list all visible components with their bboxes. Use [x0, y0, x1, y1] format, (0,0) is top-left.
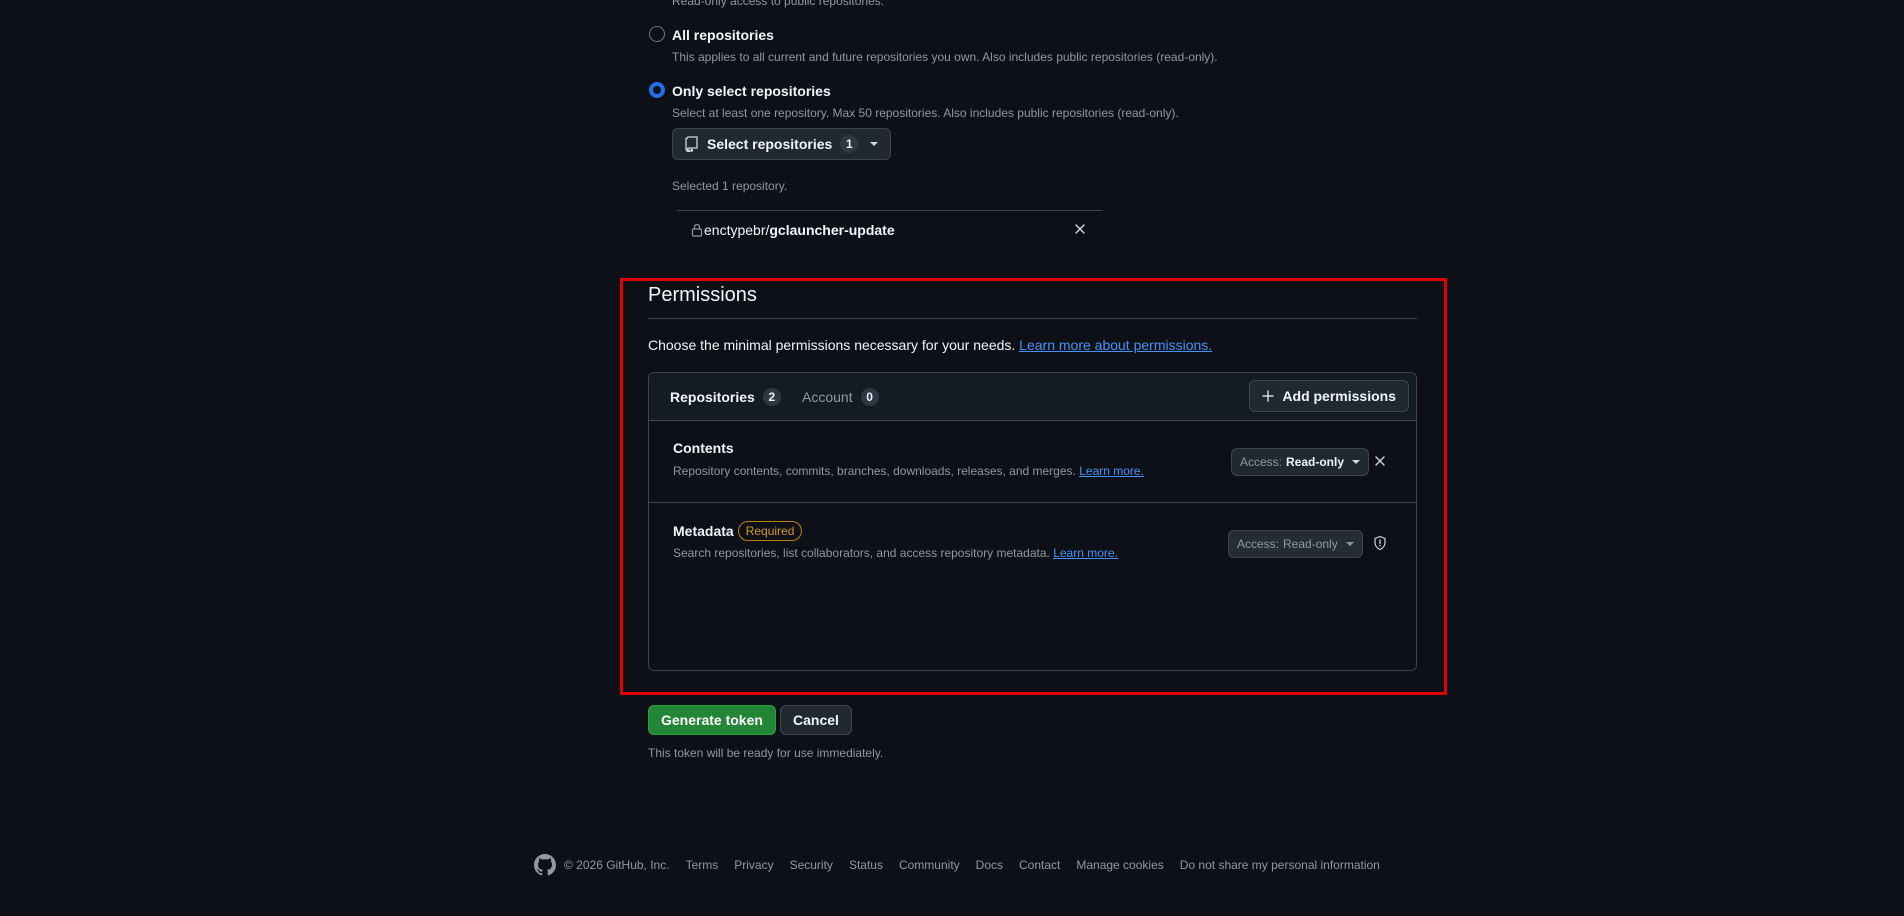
- permission-name-metadata-wrap: Metadata Required: [673, 521, 803, 541]
- select-repositories-count: 1: [840, 135, 859, 153]
- permissions-title: Permissions: [648, 284, 757, 306]
- plus-icon: [1262, 390, 1275, 402]
- selected-repo-row: enctypebr/ gclauncher-update: [677, 211, 1103, 249]
- repo-icon: [685, 136, 699, 152]
- permission-row-metadata: Metadata Required Search repositories, l…: [649, 503, 1416, 585]
- permission-desc-contents: Repository contents, commits, branches, …: [673, 464, 1144, 478]
- only-select-repositories-desc: Select at least one repository. Max 50 r…: [672, 106, 1179, 120]
- add-permissions-label: Add permissions: [1282, 388, 1396, 404]
- footer-copyright: © 2026 GitHub, Inc.: [564, 858, 670, 872]
- token-ready-note: This token will be ready for use immedia…: [648, 746, 884, 760]
- footer-link-status[interactable]: Status: [849, 858, 883, 872]
- access-dropdown-contents[interactable]: Access: Read-only: [1231, 448, 1370, 476]
- remove-repo-close-icon[interactable]: [1073, 222, 1087, 236]
- all-repositories-label[interactable]: All repositories: [672, 27, 774, 43]
- selected-count-text: Selected 1 repository.: [672, 179, 788, 193]
- tab-account[interactable]: Account 0: [802, 373, 879, 421]
- only-select-repositories-radio[interactable]: [649, 82, 665, 98]
- tab-account-count: 0: [860, 388, 879, 406]
- permission-name-metadata: Metadata: [673, 523, 734, 539]
- generate-token-button[interactable]: Generate token: [648, 705, 776, 735]
- tab-repositories[interactable]: Repositories 2: [670, 373, 781, 421]
- footer: © 2026 GitHub, Inc. Terms Privacy Securi…: [534, 854, 1396, 876]
- selected-repo-name: gclauncher-update: [769, 222, 895, 238]
- learn-more-permissions-link[interactable]: Learn more about permissions.: [1019, 337, 1212, 353]
- remove-permission-close-icon[interactable]: [1373, 454, 1389, 470]
- permission-desc-text: Search repositories, list collaborators,…: [673, 546, 1050, 560]
- permission-name-contents: Contents: [673, 440, 734, 456]
- footer-link-community[interactable]: Community: [899, 858, 960, 872]
- access-prefix: Access:: [1237, 537, 1280, 551]
- permissions-intro: Choose the minimal permissions necessary…: [648, 337, 1212, 353]
- cancel-button[interactable]: Cancel: [780, 705, 852, 735]
- permissions-panel-header: Repositories 2 Account 0 Add permissions: [649, 373, 1416, 421]
- only-select-repositories-label[interactable]: Only select repositories: [672, 83, 831, 99]
- footer-link-privacy[interactable]: Privacy: [734, 858, 773, 872]
- footer-link-security[interactable]: Security: [790, 858, 833, 872]
- chevron-down-icon: [1352, 460, 1361, 464]
- footer-link-terms[interactable]: Terms: [686, 858, 719, 872]
- footer-link-do-not-share[interactable]: Do not share my personal information: [1180, 858, 1380, 872]
- permission-desc-text: Repository contents, commits, branches, …: [673, 464, 1076, 478]
- tab-account-label: Account: [802, 389, 853, 405]
- permissions-divider: [648, 318, 1417, 319]
- required-badge: Required: [737, 521, 803, 541]
- footer-link-docs[interactable]: Docs: [976, 858, 1003, 872]
- add-permissions-button[interactable]: Add permissions: [1249, 380, 1409, 412]
- chevron-down-icon: [1345, 542, 1354, 546]
- learn-more-metadata-link[interactable]: Learn more.: [1053, 546, 1118, 560]
- learn-more-contents-link[interactable]: Learn more.: [1079, 464, 1144, 478]
- tab-repositories-count: 2: [762, 388, 781, 406]
- access-prefix: Access:: [1240, 455, 1283, 469]
- all-repositories-desc: This applies to all current and future r…: [672, 50, 1218, 64]
- footer-link-manage-cookies[interactable]: Manage cookies: [1076, 858, 1163, 872]
- shield-icon: [1372, 535, 1388, 551]
- repo-access-partial-text: Read-only access to public repositories.: [672, 0, 885, 8]
- lock-icon: [691, 223, 703, 237]
- permission-row-contents: Contents Repository contents, commits, b…: [649, 421, 1416, 503]
- permissions-panel: Repositories 2 Account 0 Add permissions…: [648, 372, 1417, 671]
- github-logo-icon[interactable]: [534, 854, 556, 876]
- all-repositories-radio[interactable]: [649, 26, 665, 42]
- access-dropdown-metadata: Access: Read-only: [1228, 530, 1363, 558]
- permission-desc-metadata: Search repositories, list collaborators,…: [673, 546, 1118, 560]
- selected-repo-owner: enctypebr/: [704, 222, 770, 238]
- access-value: Read-only: [1286, 455, 1345, 469]
- access-value: Read-only: [1283, 537, 1338, 551]
- tab-repositories-label: Repositories: [670, 389, 755, 405]
- select-repositories-label: Select repositories: [707, 136, 833, 152]
- footer-link-contact[interactable]: Contact: [1019, 858, 1060, 872]
- permissions-intro-text: Choose the minimal permissions necessary…: [648, 337, 1016, 353]
- chevron-down-icon: [870, 142, 879, 146]
- select-repositories-button[interactable]: Select repositories 1: [672, 128, 892, 160]
